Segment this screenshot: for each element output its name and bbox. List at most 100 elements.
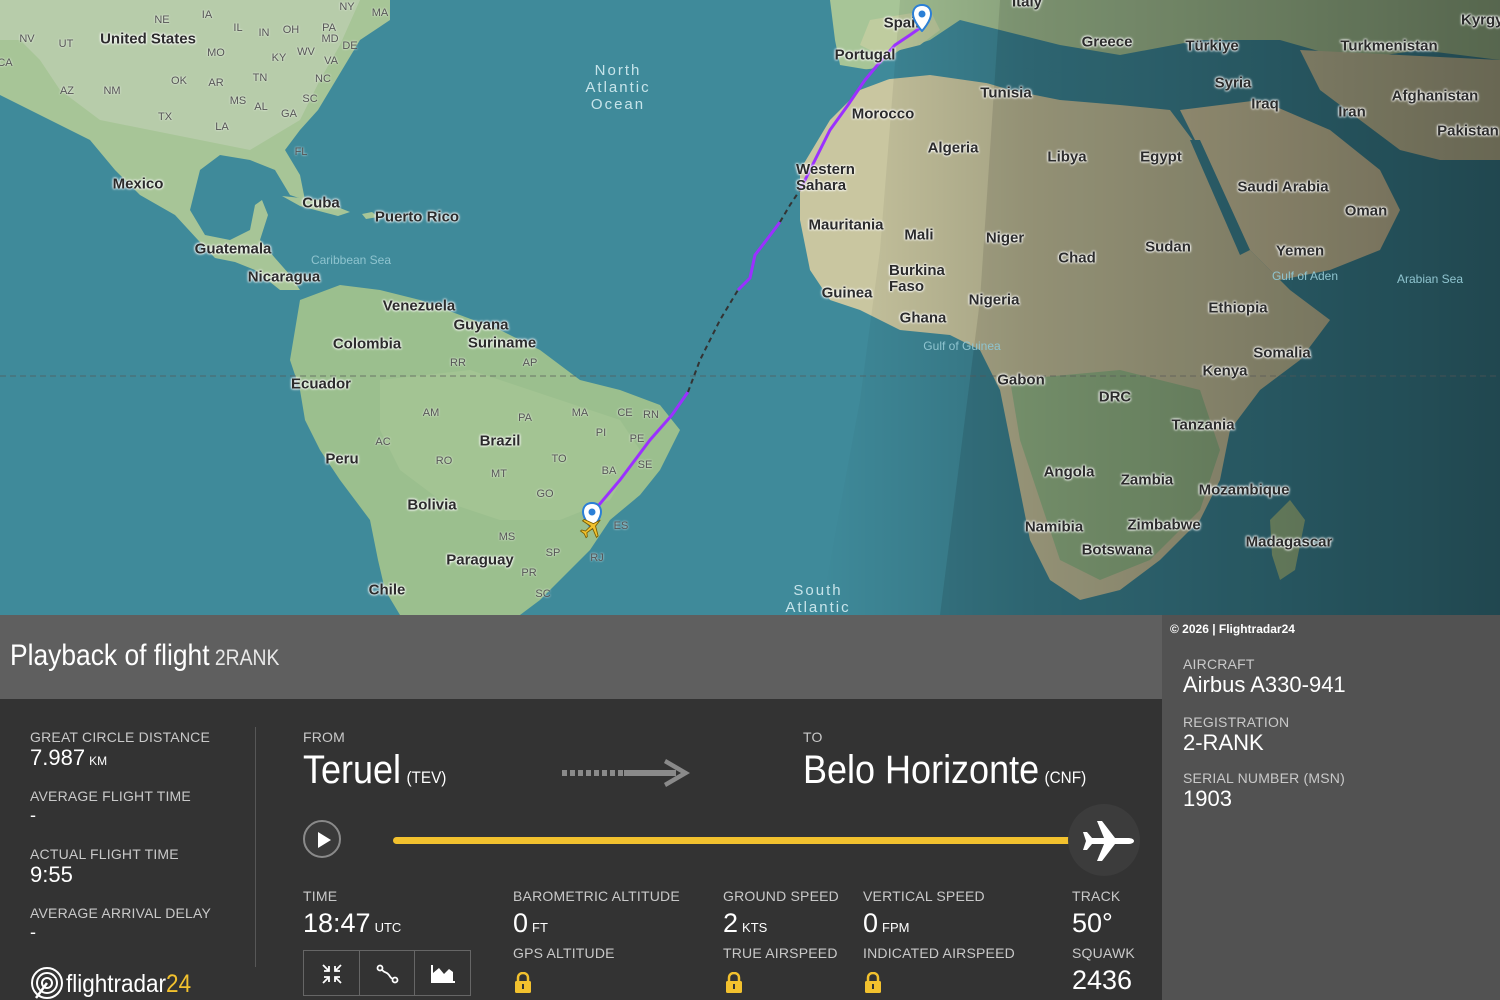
- lock-icon[interactable]: [514, 972, 532, 994]
- logo-text-main: flightradar: [66, 970, 167, 998]
- play-button[interactable]: [303, 820, 341, 858]
- country-label: Zimbabwe: [1127, 516, 1201, 534]
- state-label: NC: [315, 73, 331, 85]
- country-label: Mali: [904, 226, 934, 244]
- country-label: Tanzania: [1171, 416, 1235, 434]
- country-label: Somalia: [1253, 344, 1311, 362]
- copyright-text: © 2026 | Flightradar24: [1170, 622, 1295, 636]
- route-view-button[interactable]: [360, 951, 416, 995]
- sea-label: Arabian Sea: [1396, 272, 1464, 286]
- chart-view-button[interactable]: [415, 951, 470, 995]
- sea-label: Gulf of Aden: [1271, 269, 1339, 283]
- serial-label: SERIAL NUMBER (MSN): [1183, 770, 1345, 786]
- track-label: TRACK: [1072, 888, 1121, 904]
- country-label: Ethiopia: [1208, 299, 1268, 317]
- ocean-label-line: South: [793, 582, 843, 599]
- aircraft-label: AIRCRAFT: [1183, 656, 1255, 672]
- actual-flight-time-label: ACTUAL FLIGHT TIME: [30, 846, 179, 862]
- chart-icon: [431, 965, 456, 983]
- collapse-view-button[interactable]: [304, 951, 360, 995]
- state-label: BA: [601, 465, 617, 477]
- country-label: Chile: [368, 581, 406, 599]
- route-icon: [376, 964, 399, 984]
- plane-handle-icon: [1083, 821, 1134, 861]
- state-label: AM: [422, 407, 440, 419]
- from-code: (TEV): [406, 768, 447, 787]
- state-label: FL: [294, 146, 308, 158]
- route-arrow-icon: [562, 759, 690, 787]
- to-city: Belo Horizonte: [803, 748, 1040, 792]
- country-label: Guinea: [821, 284, 873, 302]
- state-label: GO: [536, 488, 554, 500]
- state-label: NM: [103, 85, 121, 97]
- country-label: Portugal: [834, 46, 896, 64]
- country-label: Guatemala: [194, 240, 272, 258]
- state-label: PE: [629, 433, 645, 445]
- country-label: Ghana: [899, 309, 947, 327]
- state-label: MD: [321, 33, 339, 45]
- ocean-label-line: Ocean: [590, 96, 646, 113]
- state-label: MA: [571, 407, 589, 419]
- true-airspeed-label: TRUE AIRSPEED: [723, 945, 838, 961]
- country-label: Bolivia: [407, 496, 457, 514]
- vertical-speed-number: 0: [863, 908, 879, 938]
- country-label: Chad: [1058, 249, 1096, 267]
- state-label: PA: [518, 412, 532, 424]
- time-number: 18:47: [303, 908, 371, 938]
- state-label: WV: [297, 46, 315, 58]
- vertical-speed-label: VERTICAL SPEED: [863, 888, 985, 904]
- country-label: Madagascar: [1245, 533, 1333, 551]
- country-label: Türkiye: [1185, 37, 1239, 55]
- great-circle-unit: KM: [89, 754, 108, 768]
- ground-speed-label: GROUND SPEED: [723, 888, 839, 904]
- sea-label: Gulf of Guinea: [923, 339, 1001, 353]
- country-label: Turkmenistan: [1340, 37, 1438, 55]
- country-label: Gabon: [997, 371, 1045, 389]
- state-label: MT: [491, 468, 507, 480]
- playback-slider[interactable]: [393, 837, 1093, 844]
- country-label: Brazil: [479, 432, 521, 450]
- ground-speed-number: 2: [723, 908, 739, 938]
- country-label: Burkina Faso: [889, 262, 945, 295]
- map-canvas[interactable]: [0, 0, 1500, 615]
- state-label: MS: [498, 531, 516, 543]
- squawk-label: SQUAWK: [1072, 945, 1135, 961]
- state-label: IN: [258, 27, 270, 39]
- state-label: MO: [207, 47, 225, 59]
- country-label: Ecuador: [290, 375, 352, 393]
- state-label: VA: [324, 55, 338, 67]
- flightradar-logo[interactable]: flightradar24: [66, 970, 191, 999]
- country-label: Sudan: [1145, 238, 1191, 256]
- avg-flight-time-label: AVERAGE FLIGHT TIME: [30, 788, 191, 804]
- country-label: Afghanistan: [1391, 87, 1479, 105]
- flight-number: 2RANK: [214, 645, 280, 670]
- origin-pin-icon[interactable]: [911, 4, 933, 32]
- baro-altitude-value: 0 FT: [513, 908, 548, 939]
- state-label: NE: [154, 14, 170, 26]
- ground-speed-value: 2 KTS: [723, 908, 767, 939]
- time-label: TIME: [303, 888, 338, 904]
- to-code: (CNF): [1044, 768, 1087, 787]
- indicated-airspeed-label: INDICATED AIRSPEED: [863, 945, 1015, 961]
- country-label: Suriname: [467, 334, 537, 352]
- state-label: TN: [252, 72, 268, 84]
- playback-header: Playback of flight 2RANK: [0, 615, 1162, 699]
- state-label: RR: [450, 357, 466, 369]
- state-label: DE: [342, 40, 358, 52]
- ocean-label-line: North: [594, 62, 642, 79]
- page-title: Playback of flight 2RANK: [10, 639, 279, 673]
- country-label: Libya: [1047, 148, 1087, 166]
- lock-icon[interactable]: [864, 972, 882, 994]
- great-circle-label: GREAT CIRCLE DISTANCE: [30, 729, 211, 745]
- avg-arrival-delay-value: -: [30, 922, 36, 942]
- country-label: Yemen: [1275, 242, 1325, 260]
- slider-handle[interactable]: [1068, 804, 1140, 876]
- lock-icon[interactable]: [725, 972, 743, 994]
- country-label: Mozambique: [1198, 481, 1290, 499]
- flight-map[interactable]: North Atlantic Ocean South Atlantic Cari…: [0, 0, 1500, 615]
- aircraft-icon[interactable]: [579, 514, 605, 540]
- title-text: Playback of flight: [10, 639, 210, 672]
- ocean-label-south-atlantic: South Atlantic: [785, 582, 850, 615]
- country-label: Venezuela: [382, 297, 456, 315]
- country-label: Guyana: [453, 316, 509, 334]
